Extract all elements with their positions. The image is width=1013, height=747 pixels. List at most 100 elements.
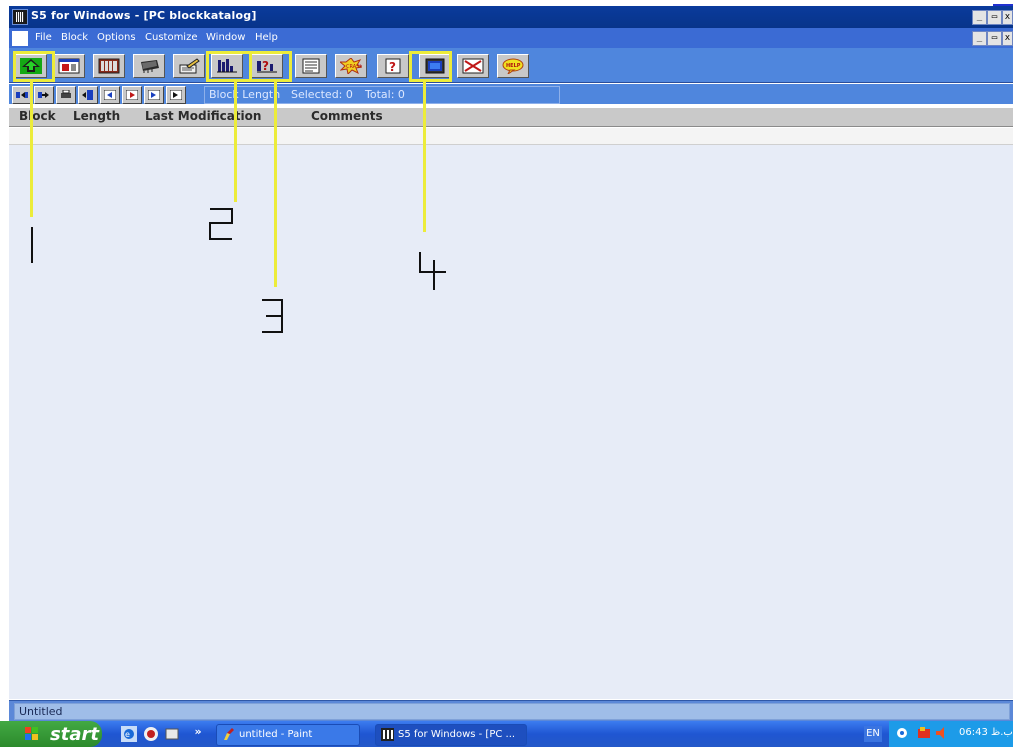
selected-count: Selected: 0 bbox=[291, 88, 353, 101]
toolbar-button-rack[interactable] bbox=[93, 54, 125, 78]
s5-app-icon bbox=[381, 728, 394, 741]
block-tool-button-5[interactable] bbox=[100, 86, 120, 104]
help-balloon-icon: HELP bbox=[502, 58, 524, 74]
block-window-icon bbox=[58, 58, 80, 74]
delete-block-icon bbox=[170, 90, 182, 100]
annotation-line-4 bbox=[423, 82, 426, 232]
question-mark-icon: ? bbox=[385, 58, 401, 74]
export-block-icon bbox=[126, 90, 138, 100]
document-list-icon bbox=[302, 58, 320, 74]
block-info-field: Block Length Selected: 0 Total: 0 bbox=[204, 86, 560, 104]
program-module-icon bbox=[141, 60, 159, 73]
annotation-number-4 bbox=[419, 252, 446, 290]
toolbar-button-module[interactable] bbox=[133, 54, 165, 78]
restore-button[interactable]: ▭ bbox=[987, 10, 1002, 25]
language-indicator[interactable]: EN bbox=[864, 726, 882, 742]
chevron-right-icon[interactable]: » bbox=[190, 724, 206, 744]
annotation-number-3 bbox=[262, 299, 283, 333]
column-block[interactable]: Block bbox=[19, 109, 56, 123]
toolbar-button-cancel[interactable] bbox=[457, 54, 489, 78]
transfer-block-icon bbox=[82, 90, 93, 100]
crash-icon: CRASH bbox=[340, 58, 362, 74]
paint-icon bbox=[224, 728, 234, 740]
toolbar-button-block-window[interactable] bbox=[53, 54, 85, 78]
windows-flag-icon bbox=[25, 727, 38, 740]
annotation-line-2 bbox=[234, 82, 237, 202]
menu-block[interactable]: Block bbox=[61, 32, 88, 43]
network-icon[interactable] bbox=[895, 726, 909, 740]
compare-block-icon bbox=[148, 90, 160, 100]
toolbar-button-document[interactable] bbox=[295, 54, 327, 78]
block-tool-button-7[interactable] bbox=[144, 86, 164, 104]
column-comments[interactable]: Comments bbox=[311, 109, 383, 123]
print-block-icon bbox=[61, 90, 71, 98]
quick-launch-browser-icon[interactable]: e bbox=[121, 726, 137, 742]
block-tool-button-2[interactable] bbox=[34, 86, 54, 104]
move-block-icon bbox=[16, 92, 28, 98]
system-tray: 06:43 ب.ظ bbox=[889, 721, 1013, 747]
block-tool-button-1[interactable] bbox=[12, 86, 32, 104]
cancel-x-icon bbox=[462, 58, 484, 74]
minimize-button[interactable]: _ bbox=[972, 10, 987, 25]
start-button[interactable]: start bbox=[0, 721, 102, 747]
quick-launch-desktop-icon[interactable] bbox=[164, 726, 180, 742]
menu-help[interactable]: Help bbox=[255, 32, 278, 43]
title-bar[interactable]: S5 for Windows - [PC blockkatalog] _ ▭ x bbox=[9, 6, 1013, 28]
plc-rack-icon bbox=[98, 58, 120, 74]
document-icon[interactable] bbox=[12, 31, 28, 46]
svg-text:e: e bbox=[125, 730, 130, 739]
status-text: Untitled bbox=[19, 705, 63, 718]
block-tool-button-3[interactable] bbox=[56, 86, 76, 104]
security-icon[interactable] bbox=[917, 726, 931, 740]
block-list-area[interactable] bbox=[9, 145, 1013, 699]
block-tool-button-4[interactable] bbox=[78, 86, 98, 104]
svg-text:?: ? bbox=[389, 60, 396, 74]
highlight-box-2 bbox=[206, 51, 252, 82]
column-last-modification[interactable]: Last Modification bbox=[145, 109, 261, 123]
child-restore-button[interactable]: ▭ bbox=[987, 31, 1002, 46]
task-paint-label: untitled - Paint bbox=[239, 729, 313, 740]
start-label: start bbox=[50, 724, 99, 745]
task-paint[interactable]: untitled - Paint bbox=[216, 724, 360, 746]
menu-options[interactable]: Options bbox=[97, 32, 136, 43]
import-block-icon bbox=[104, 90, 116, 100]
column-header: Block Length Last Modification Comments bbox=[9, 108, 1013, 127]
annotation-line-3 bbox=[274, 82, 277, 287]
quick-launch-media-icon[interactable] bbox=[143, 726, 159, 742]
edit-pencil-icon bbox=[179, 58, 200, 74]
copy-block-icon bbox=[38, 92, 49, 98]
app-icon[interactable] bbox=[12, 9, 28, 25]
block-tool-button-6[interactable] bbox=[122, 86, 142, 104]
main-toolbar: ? CRASH ? HELP bbox=[9, 48, 1013, 83]
menu-window[interactable]: Window bbox=[206, 32, 245, 43]
block-tool-button-8[interactable] bbox=[166, 86, 186, 104]
task-s5-label: S5 for Windows - [PC ... bbox=[398, 729, 516, 740]
task-s5-window[interactable]: S5 for Windows - [PC ... bbox=[375, 724, 527, 746]
toolbar-button-help[interactable]: HELP bbox=[497, 54, 529, 78]
window-title: S5 for Windows - [PC blockkatalog] bbox=[31, 9, 257, 22]
svg-text:HELP: HELP bbox=[506, 63, 521, 69]
toolbar-button-edit[interactable] bbox=[173, 54, 205, 78]
child-close-button[interactable]: x bbox=[1002, 31, 1013, 46]
clock: 06:43 ب.ظ bbox=[959, 727, 1013, 738]
child-minimize-button[interactable]: _ bbox=[972, 31, 987, 46]
status-bar: Untitled bbox=[9, 700, 1013, 721]
menu-file[interactable]: File bbox=[35, 32, 52, 43]
block-length-label: Block Length bbox=[209, 88, 281, 101]
close-button[interactable]: x bbox=[1002, 10, 1013, 25]
annotation-number-1 bbox=[31, 227, 33, 263]
highlight-box-3 bbox=[249, 51, 292, 82]
toolbar-button-question[interactable]: ? bbox=[377, 54, 409, 78]
list-header-row bbox=[9, 128, 1013, 145]
annotation-line-1 bbox=[30, 82, 33, 217]
volume-icon[interactable] bbox=[935, 726, 949, 740]
annotation-number-2 bbox=[209, 208, 233, 240]
svg-text:CRASH: CRASH bbox=[346, 64, 362, 70]
highlight-box-4 bbox=[409, 51, 452, 82]
total-count: Total: 0 bbox=[365, 88, 405, 101]
menu-bar: File Block Options Customize Window Help… bbox=[9, 28, 1013, 48]
status-field: Untitled bbox=[14, 703, 1010, 720]
menu-customize[interactable]: Customize bbox=[145, 32, 198, 43]
column-length[interactable]: Length bbox=[73, 109, 120, 123]
toolbar-button-crash[interactable]: CRASH bbox=[335, 54, 367, 78]
